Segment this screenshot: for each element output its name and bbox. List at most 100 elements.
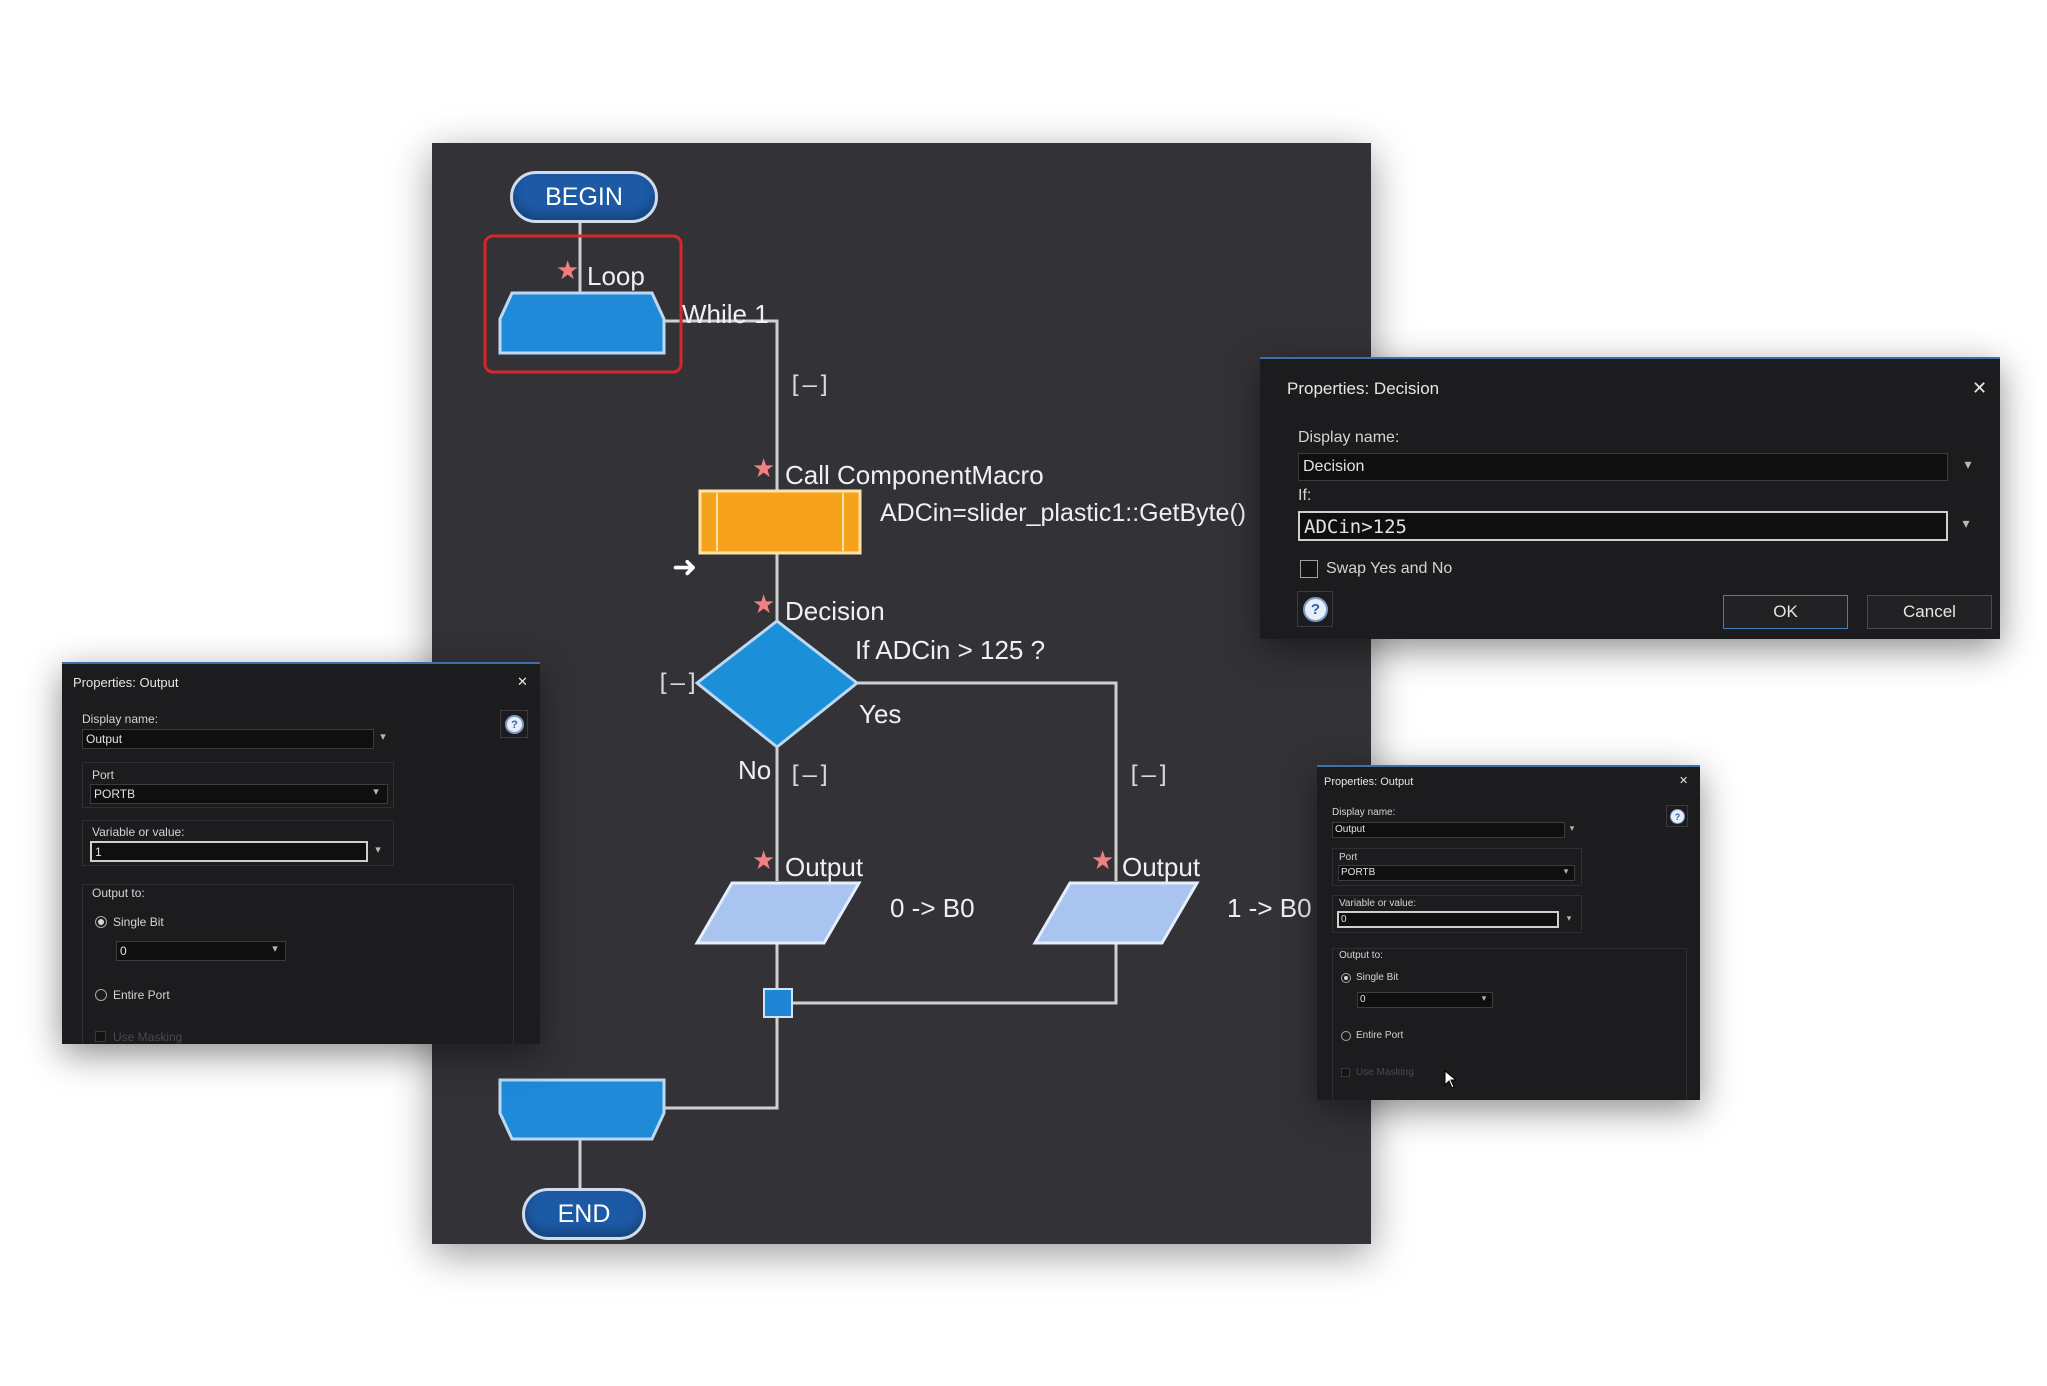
- decision-yes-label: Yes: [859, 699, 902, 729]
- loop-title: Loop: [587, 261, 645, 291]
- swap-yes-no-checkbox[interactable]: [1300, 560, 1318, 578]
- display-name-value: Output: [86, 732, 123, 746]
- help-glyph: ?: [511, 718, 518, 731]
- display-name-field[interactable]: Output: [82, 729, 374, 749]
- close-icon[interactable]: ✕: [517, 675, 528, 688]
- display-name-field[interactable]: Decision: [1298, 453, 1948, 481]
- single-bit-label: Single Bit: [1356, 972, 1399, 983]
- decision-properties-dialog[interactable]: Properties: Decision ✕ Display name: Dec…: [1260, 357, 2000, 639]
- variable-dropdown-icon[interactable]: ▾: [370, 845, 386, 856]
- if-condition-value: ADCin>125: [1304, 516, 1407, 538]
- begin-terminal[interactable]: BEGIN: [510, 171, 658, 223]
- output-right-title: Output: [1122, 852, 1201, 882]
- decision-star-icon: ★: [752, 589, 776, 619]
- port-dropdown-icon[interactable]: ▾: [368, 787, 384, 798]
- output-right-command: 1 -> B0: [1227, 893, 1312, 923]
- cancel-label: Cancel: [1903, 602, 1956, 621]
- entire-port-label: Entire Port: [113, 988, 170, 1002]
- line-merge-loopend: [662, 1013, 779, 1110]
- close-icon[interactable]: ✕: [1972, 379, 1987, 397]
- loop-collapse-toggle[interactable]: [–]: [788, 373, 831, 397]
- if-condition-input[interactable]: ADCin>125: [1298, 511, 1948, 541]
- port-label: Port: [1339, 852, 1358, 863]
- output-left-shape: [694, 881, 862, 945]
- flowchart-canvas[interactable]: BEGIN END ★ Loop While 1 [–] ★ Call Comp…: [432, 143, 1371, 1244]
- ok-button[interactable]: OK: [1723, 595, 1848, 629]
- variable-value: 1: [95, 845, 102, 859]
- use-masking-checkbox[interactable]: [1341, 1068, 1350, 1077]
- dialog-accent-line: [1317, 765, 1700, 767]
- use-masking-label: Use Masking: [1356, 1067, 1414, 1078]
- port-dropdown-icon[interactable]: ▾: [1560, 867, 1572, 876]
- dialog-title: Properties: Decision: [1287, 379, 1440, 398]
- single-bit-dropdown-icon[interactable]: ▾: [267, 944, 283, 955]
- help-button[interactable]: ?: [500, 710, 528, 738]
- output-to-label: Output to:: [1339, 950, 1383, 961]
- output-right-star-icon: ★: [1091, 845, 1115, 875]
- display-name-dropdown-icon[interactable]: ▾: [1958, 457, 1978, 471]
- end-terminal[interactable]: END: [522, 1188, 646, 1240]
- single-bit-radio[interactable]: [1341, 973, 1351, 983]
- single-bit-radio[interactable]: [95, 916, 107, 928]
- single-bit-dropdown-icon[interactable]: ▾: [1478, 994, 1490, 1003]
- macro-block: [698, 489, 862, 555]
- help-glyph: ?: [1674, 811, 1681, 822]
- display-name-label: Display name:: [1298, 429, 1400, 446]
- cancel-button[interactable]: Cancel: [1867, 595, 1992, 629]
- output-left-title: Output: [785, 852, 864, 882]
- variable-label: Variable or value:: [92, 825, 185, 839]
- variable-input[interactable]: 1: [90, 841, 368, 862]
- port-select[interactable]: PORTB: [1338, 865, 1575, 881]
- port-value: PORTB: [94, 787, 136, 801]
- begin-label: BEGIN: [545, 182, 623, 211]
- variable-input[interactable]: 0: [1337, 911, 1559, 928]
- dialog-accent-line: [62, 662, 540, 664]
- display-name-label: Display name:: [82, 712, 159, 726]
- output-left-star-icon: ★: [752, 845, 776, 875]
- use-masking-checkbox[interactable]: [95, 1031, 106, 1042]
- output-properties-dialog-left[interactable]: Properties: Output ✕ Display name: Outpu…: [62, 662, 540, 1044]
- decision-title: Decision: [785, 596, 885, 626]
- dialog-accent-line: [1260, 357, 2000, 359]
- macro-title: Call ComponentMacro: [785, 460, 1044, 490]
- display-name-label: Display name:: [1332, 807, 1396, 818]
- decision-no-label: No: [738, 755, 772, 785]
- output-left-command: 0 -> B0: [890, 893, 975, 923]
- if-dropdown-icon[interactable]: ▾: [1956, 516, 1976, 530]
- variable-dropdown-icon[interactable]: ▾: [1563, 914, 1575, 923]
- decision-collapse-toggle[interactable]: [–]: [656, 671, 699, 695]
- port-select[interactable]: PORTB: [90, 784, 388, 804]
- display-name-dropdown-icon[interactable]: ▾: [375, 732, 391, 743]
- entire-port-radio[interactable]: [95, 989, 107, 1001]
- line-right-output-merge: [777, 943, 1118, 1005]
- no-branch-collapse-toggle[interactable]: [–]: [788, 763, 831, 787]
- help-button[interactable]: ?: [1666, 805, 1688, 827]
- display-name-field[interactable]: Output: [1332, 822, 1565, 838]
- ok-label: OK: [1773, 602, 1798, 621]
- display-name-value: Output: [1335, 824, 1366, 835]
- output-properties-dialog-right[interactable]: Properties: Output ✕ Display name: Outpu…: [1317, 765, 1700, 1100]
- macro-command: ADCin=slider_plastic1::GetByte(): [880, 499, 1247, 527]
- loop-start-shape: [498, 291, 666, 355]
- output-right-shape: [1032, 881, 1200, 945]
- loop-end-shape: [498, 1078, 666, 1141]
- single-bit-label: Single Bit: [113, 915, 164, 929]
- display-name-dropdown-icon[interactable]: ▾: [1566, 824, 1578, 833]
- close-icon[interactable]: ✕: [1679, 776, 1688, 787]
- use-masking-label: Use Masking: [113, 1030, 183, 1044]
- single-bit-value: 0: [1360, 994, 1366, 1005]
- macro-star-icon: ★: [752, 453, 776, 483]
- end-label: END: [557, 1199, 611, 1228]
- help-icon: ?: [505, 715, 524, 734]
- help-glyph: ?: [1310, 601, 1321, 618]
- single-bit-value: 0: [120, 944, 127, 958]
- entire-port-radio[interactable]: [1341, 1031, 1351, 1041]
- swap-yes-no-label: Swap Yes and No: [1326, 560, 1453, 577]
- output-to-group: [82, 884, 514, 1044]
- display-name-value: Decision: [1303, 458, 1365, 475]
- yes-branch-collapse-toggle[interactable]: [–]: [1127, 763, 1170, 787]
- single-bit-select[interactable]: 0: [1357, 992, 1493, 1008]
- help-button[interactable]: ?: [1297, 591, 1333, 627]
- single-bit-select[interactable]: 0: [116, 941, 286, 961]
- if-label: If:: [1298, 487, 1312, 504]
